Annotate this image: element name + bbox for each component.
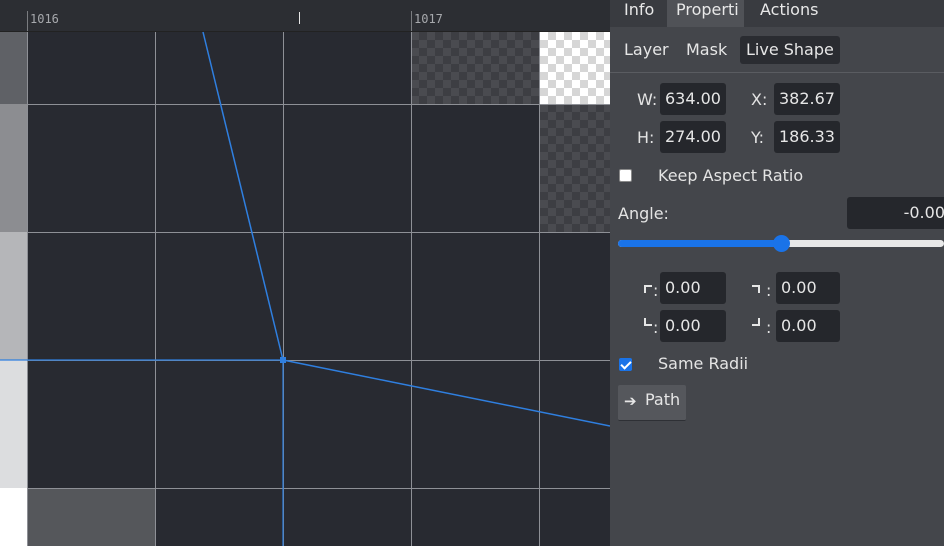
convert-to-path-button[interactable]: ➔ Path — [618, 385, 686, 421]
keep-aspect-label: Keep Aspect Ratio — [658, 166, 804, 185]
subtab-live-shape[interactable]: Live Shape — [740, 36, 840, 64]
angle-label: Angle: — [618, 204, 669, 223]
shape-edge-line — [202, 31, 284, 361]
radius-top-left-field[interactable]: 0.00 — [660, 272, 726, 304]
properties-panel: Info Properti Actions Layer Mask Live Sh… — [610, 0, 944, 546]
radius-separator: : — [766, 318, 772, 337]
corner-top-right-icon — [752, 285, 760, 293]
canvas-area[interactable]: 1016 1017 — [0, 0, 610, 546]
subtab-layer[interactable]: Layer — [624, 36, 669, 64]
width-label: W: — [637, 90, 658, 109]
subtab-mask[interactable]: Mask — [686, 36, 727, 64]
radius-top-right-field[interactable]: 0.00 — [776, 272, 840, 304]
shape-handle[interactable] — [280, 357, 286, 363]
x-field[interactable]: 382.67 — [774, 83, 840, 115]
angle-slider-thumb[interactable] — [773, 235, 790, 252]
arrow-right-icon: ➔ — [624, 392, 637, 410]
height-field[interactable]: 274.00 — [660, 121, 726, 153]
width-field[interactable]: 634.00 — [660, 83, 726, 115]
y-label: Y: — [751, 128, 765, 147]
corner-top-left-icon — [644, 285, 652, 293]
angle-slider-fill — [618, 240, 781, 247]
corner-bottom-left-icon — [644, 318, 652, 326]
same-radii-checkbox[interactable] — [619, 358, 632, 371]
shape-overlay — [0, 31, 610, 546]
radius-separator: : — [766, 281, 772, 300]
x-label: X: — [751, 90, 768, 109]
height-label: H: — [637, 128, 655, 147]
tab-actions[interactable]: Actions — [760, 0, 818, 27]
y-field[interactable]: 186.33 — [774, 121, 840, 153]
same-radii-label: Same Radii — [658, 354, 749, 373]
angle-field[interactable]: -0.00 — [847, 197, 944, 229]
radius-bottom-left-field[interactable]: 0.00 — [660, 310, 726, 342]
radius-separator: : — [653, 318, 659, 337]
radius-separator: : — [653, 281, 659, 300]
path-button-label: Path — [645, 390, 681, 409]
tab-info[interactable]: Info — [624, 0, 654, 27]
panel-tabbar: Info Properti Actions — [610, 0, 944, 27]
tab-properties[interactable]: Properti — [667, 0, 744, 27]
keep-aspect-checkbox[interactable] — [619, 169, 632, 182]
shape-edge-line — [282, 359, 610, 427]
radius-bottom-right-field[interactable]: 0.00 — [776, 310, 840, 342]
corner-bottom-right-icon — [752, 318, 760, 326]
